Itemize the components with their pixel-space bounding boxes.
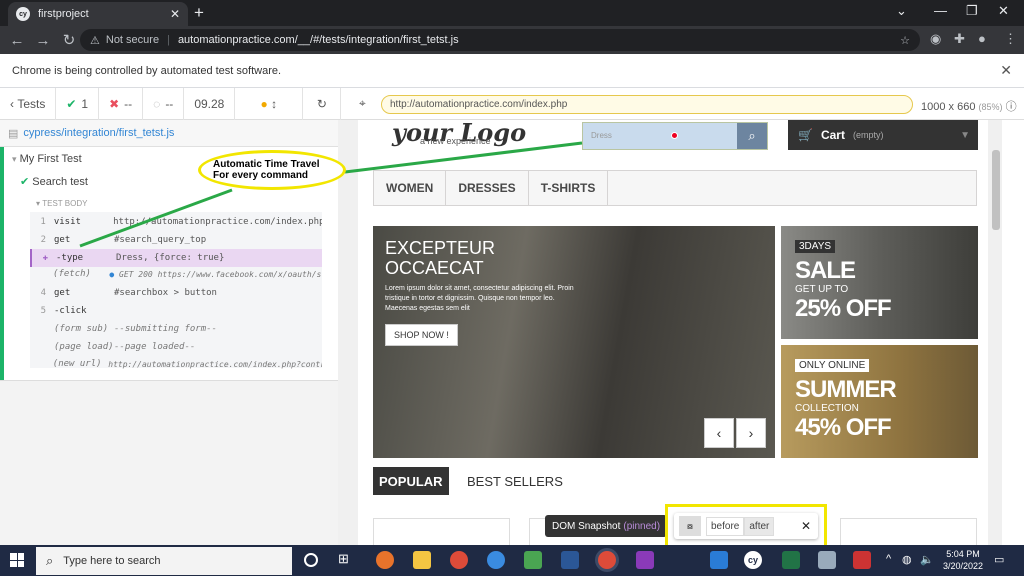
after-button[interactable]: after xyxy=(744,516,775,536)
dom-snapshot-label: DOM Snapshot (pinned) xyxy=(545,515,667,537)
word-icon[interactable] xyxy=(561,551,579,569)
file-explorer-icon[interactable] xyxy=(413,551,431,569)
app-icon[interactable] xyxy=(853,551,871,569)
cypress-icon[interactable]: cy xyxy=(744,551,762,569)
before-button[interactable]: before xyxy=(706,516,745,536)
taskbar-search[interactable]: ⌕ Type here to search xyxy=(36,547,292,575)
notification-icon[interactable]: ▭ xyxy=(994,553,1004,566)
firefox-icon[interactable] xyxy=(376,551,394,569)
app-icon[interactable] xyxy=(636,551,654,569)
excel-icon[interactable] xyxy=(782,551,800,569)
search-icon: ⌕ xyxy=(46,553,54,568)
cortana-icon[interactable] xyxy=(304,553,318,567)
annotation-arrows xyxy=(79,141,583,248)
volume-icon[interactable]: 🔈 xyxy=(920,553,934,566)
highlight-toggle-icon[interactable]: ⧇ xyxy=(679,516,701,536)
vscode-icon[interactable] xyxy=(710,551,728,569)
windows-start-icon[interactable] xyxy=(10,553,24,567)
chrome-icon[interactable] xyxy=(450,551,468,569)
app-icon[interactable] xyxy=(818,551,836,569)
network-icon[interactable]: ◍ xyxy=(902,553,912,566)
tray-chevron-icon[interactable]: ^ xyxy=(886,553,891,565)
snapshot-controls: ⧇ before after ✕ xyxy=(674,513,818,539)
unpin-close-icon[interactable]: ✕ xyxy=(801,519,811,533)
skype-icon[interactable] xyxy=(487,551,505,569)
notepad-icon[interactable] xyxy=(524,551,542,569)
chrome-active-icon[interactable] xyxy=(598,551,616,569)
task-view-icon[interactable]: ⊞ xyxy=(338,551,356,569)
annotation-bubble: Automatic Time Travel For every command xyxy=(198,150,346,190)
clock[interactable]: 5:04 PM 3/20/2022 xyxy=(938,548,988,572)
